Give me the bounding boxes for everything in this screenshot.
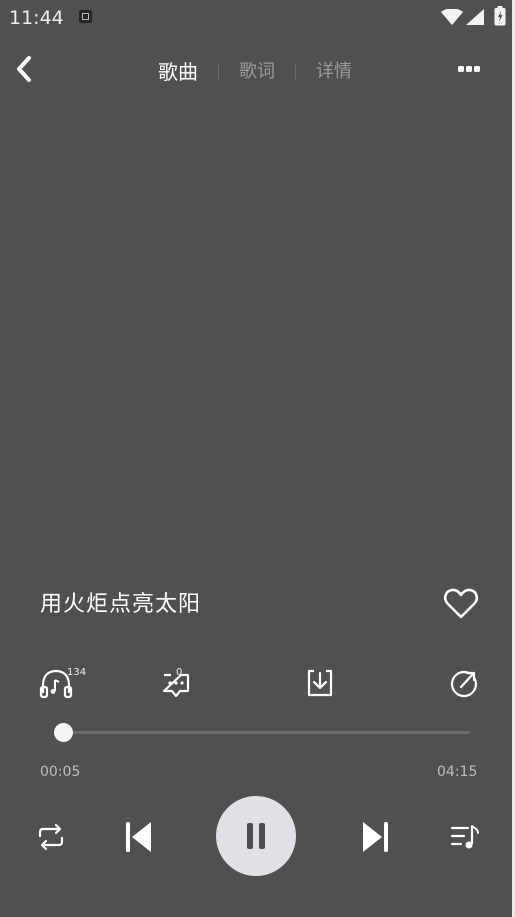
battery-icon: [494, 6, 506, 26]
status-time: 11:44: [9, 7, 64, 29]
tab-details[interactable]: 详情: [296, 57, 372, 87]
skip-next-icon[interactable]: [357, 818, 393, 856]
signal-icon: [466, 9, 484, 25]
back-button[interactable]: [10, 52, 42, 86]
play-pause-button[interactable]: [216, 796, 296, 876]
pause-icon: [259, 823, 265, 849]
comment-count: 0: [176, 667, 183, 678]
total-time: 04:15: [437, 764, 478, 780]
more-dots-icon[interactable]: [452, 58, 486, 80]
skip-previous-icon[interactable]: [121, 818, 157, 856]
share-icon[interactable]: [446, 665, 482, 701]
favorite-heart-icon[interactable]: [442, 586, 480, 622]
tab-song[interactable]: 歌曲: [148, 57, 218, 87]
tab-bar: 歌曲 歌词 详情: [148, 56, 372, 88]
player-screen: 11:44 歌曲 歌词 详情 用火炬点亮太阳 134 0 00:05 04:15: [0, 0, 512, 917]
progress-track[interactable]: [55, 731, 470, 734]
status-bar: 11:44: [0, 0, 512, 36]
notification-icon: [79, 10, 92, 23]
song-title: 用火炬点亮太阳: [40, 592, 202, 617]
repeat-icon[interactable]: [34, 820, 68, 854]
pause-icon: [247, 823, 253, 849]
current-time: 00:05: [40, 764, 81, 780]
wifi-icon: [441, 9, 463, 25]
playlist-icon[interactable]: [448, 820, 482, 854]
listen-count: 134: [67, 667, 87, 678]
download-icon[interactable]: [302, 665, 338, 701]
progress-thumb[interactable]: [53, 723, 73, 742]
tab-lyrics[interactable]: 歌词: [219, 57, 295, 87]
